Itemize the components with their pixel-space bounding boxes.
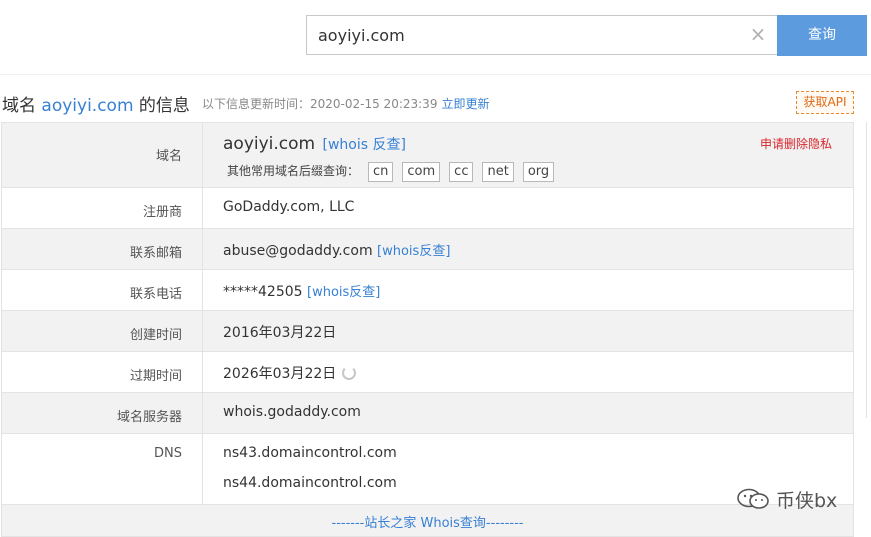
- registrar-value: GoDaddy.com, LLC: [223, 199, 355, 215]
- refresh-now-link[interactable]: 立即更新: [441, 97, 489, 111]
- suffix-label: 其他常用域名后缀查询：: [227, 164, 360, 178]
- row-label: 域名: [2, 123, 203, 187]
- update-time: 以下信息更新时间：2020-02-15 20:23:39 立即更新: [202, 95, 489, 112]
- watermark-text: 币侠bx: [776, 490, 838, 512]
- wechat-icon: [737, 488, 769, 509]
- whois-table: 域名 aoyiyi.com [whois 反查] 其他常用域名后缀查询： cn co…: [1, 122, 854, 537]
- close-icon[interactable]: ×: [749, 24, 767, 44]
- page-title: 域名 aoyiyi.com 的信息: [2, 91, 190, 116]
- row-label: 联系邮箱: [2, 229, 203, 269]
- expires-value: 2026年03月22日: [223, 363, 357, 383]
- phone-whois-link[interactable]: [whois反查]: [307, 285, 380, 300]
- whois-reverse-link[interactable]: [whois 反查]: [323, 137, 406, 153]
- row-label: DNS: [2, 434, 203, 504]
- domain-value: aoyiyi.com [whois 反查]: [223, 134, 406, 154]
- suffix-cc-button[interactable]: cc: [449, 162, 474, 182]
- suffix-list: 其他常用域名后缀查询： cn com cc net org: [227, 162, 555, 182]
- suffix-net-button[interactable]: net: [482, 162, 514, 182]
- nameserver-value: whois.godaddy.com: [223, 404, 361, 420]
- row-label: 注册商: [2, 188, 203, 228]
- title-domain: aoyiyi.com: [41, 96, 134, 116]
- update-time-label: 以下信息更新时间：2020-02-15 20:23:39: [202, 97, 438, 111]
- created-value: 2016年03月22日: [223, 325, 337, 341]
- email-text: abuse@godaddy.com: [223, 243, 373, 259]
- row-label: 联系电话: [2, 270, 203, 310]
- table-row-dns: DNS ns43.domaincontrol.com ns44.domainco…: [1, 434, 854, 505]
- row-label: 过期时间: [2, 352, 203, 392]
- table-footer: -------站长之家 Whois查询--------: [1, 505, 854, 537]
- refresh-icon[interactable]: [342, 366, 357, 380]
- search-button[interactable]: 查询: [777, 15, 867, 56]
- table-row-nameserver: 域名服务器 whois.godaddy.com: [1, 393, 854, 434]
- table-row-phone: 联系电话 *****42505 [whois反查]: [1, 270, 854, 311]
- get-api-button[interactable]: 获取API: [796, 91, 854, 114]
- dns-server-2: ns44.domaincontrol.com: [223, 475, 397, 491]
- domain-search-input[interactable]: [306, 15, 778, 55]
- scrollbar-track: [866, 122, 867, 418]
- divider: [0, 74, 871, 75]
- email-value: abuse@godaddy.com [whois反查]: [223, 240, 450, 259]
- search-bar: × 查询: [0, 0, 871, 75]
- table-row-registrar: 注册商 GoDaddy.com, LLC: [1, 188, 854, 229]
- footer-whois-link[interactable]: -------站长之家 Whois查询--------: [332, 512, 524, 531]
- table-row-expires: 过期时间 2026年03月22日: [1, 352, 854, 393]
- domain-name: aoyiyi.com: [223, 134, 316, 154]
- watermark: 币侠bx: [736, 486, 866, 512]
- table-row-email: 联系邮箱 abuse@godaddy.com [whois反查]: [1, 229, 854, 270]
- suffix-org-button[interactable]: org: [522, 162, 555, 182]
- phone-text: *****42505: [223, 284, 303, 300]
- title-prefix: 域名: [2, 96, 36, 116]
- email-whois-link[interactable]: [whois反查]: [377, 244, 450, 259]
- table-row-created: 创建时间 2016年03月22日: [1, 311, 854, 352]
- row-label: 域名服务器: [2, 393, 203, 433]
- phone-value: *****42505 [whois反查]: [223, 281, 380, 300]
- suffix-com-button[interactable]: com: [402, 162, 441, 182]
- dns-server-1: ns43.domaincontrol.com: [223, 445, 397, 461]
- expires-text: 2026年03月22日: [223, 366, 337, 382]
- title-suffix: 的信息: [138, 96, 190, 116]
- suffix-cn-button[interactable]: cn: [368, 162, 394, 182]
- privacy-removal-link[interactable]: 申请删除隐私: [760, 135, 832, 152]
- row-label: 创建时间: [2, 311, 203, 351]
- table-row-domain: 域名 aoyiyi.com [whois 反查] 其他常用域名后缀查询： cn co…: [1, 123, 854, 188]
- info-header: 域名 aoyiyi.com 的信息 以下信息更新时间：2020-02-15 20…: [0, 88, 871, 118]
